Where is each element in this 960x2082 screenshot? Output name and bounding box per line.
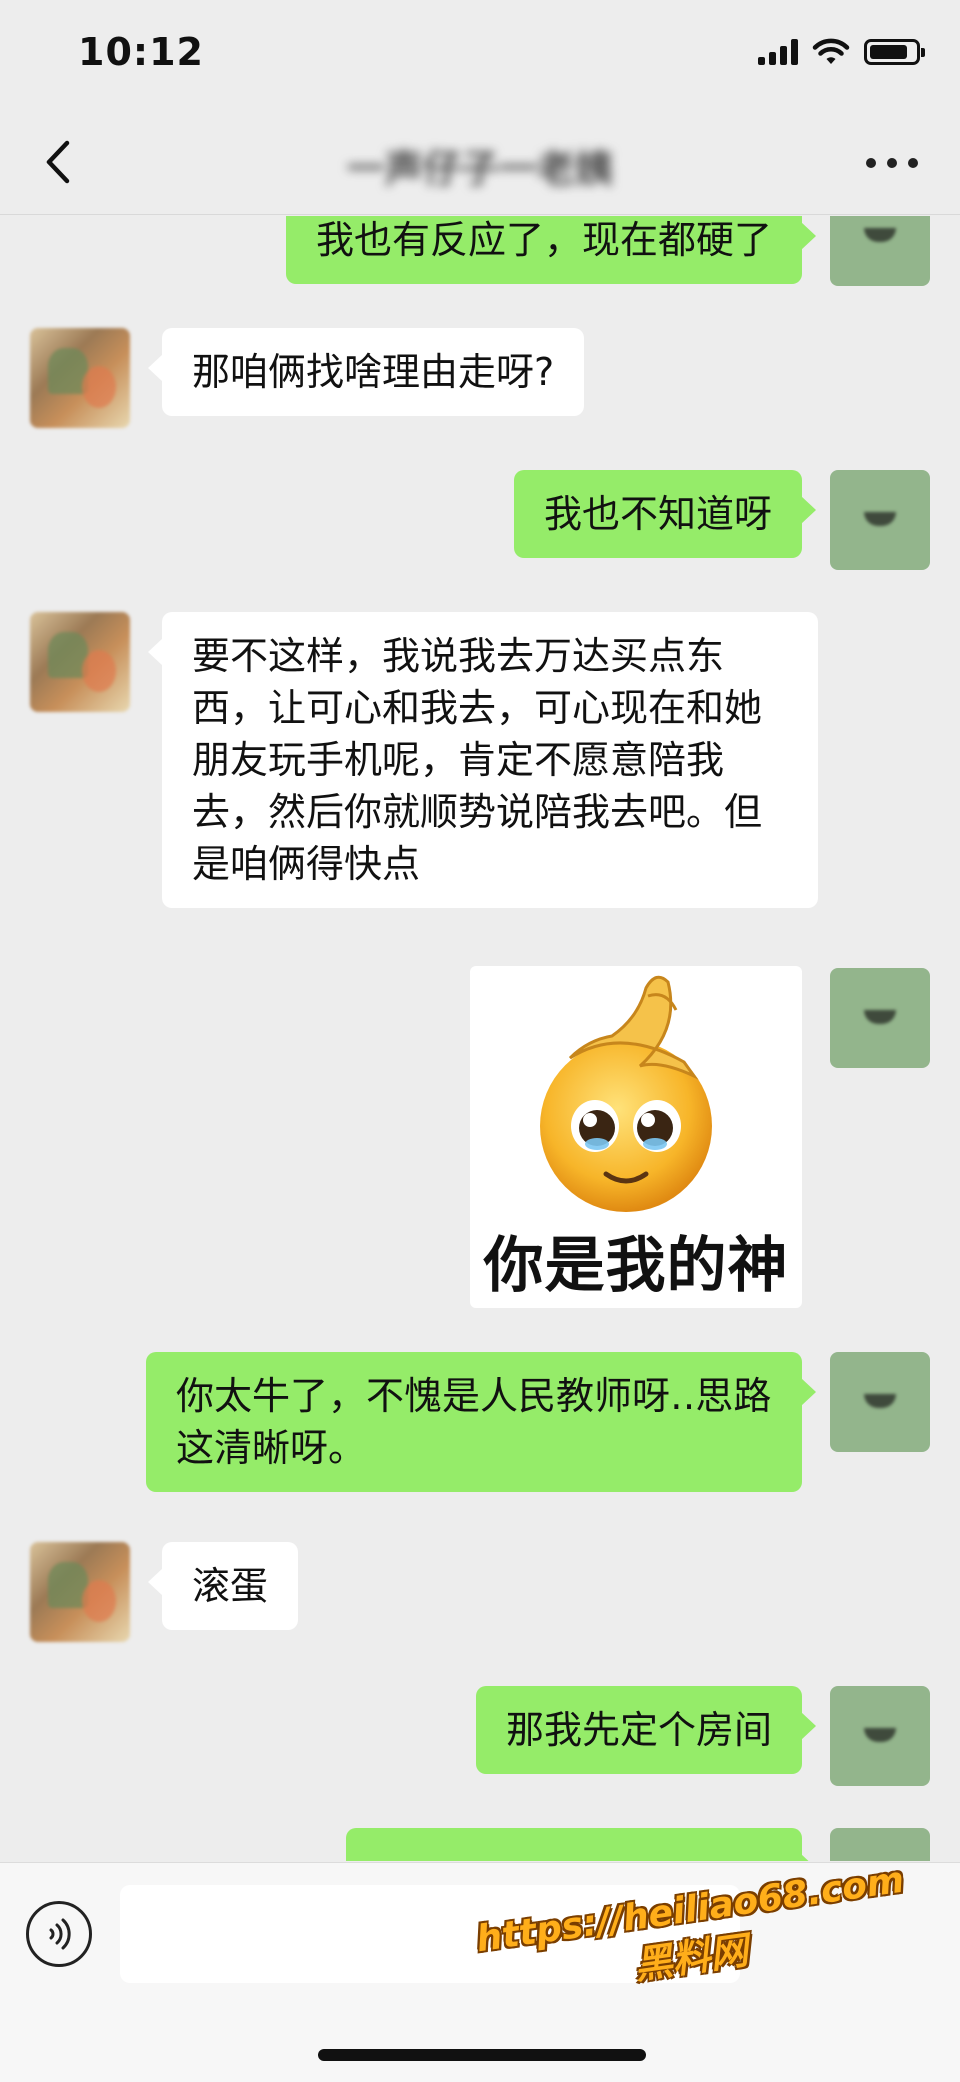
message-list[interactable]: 我也有反应了，现在都硬了 那咱俩找啥理由走呀? 我也不知道呀 要不这样，我说我去… [0, 216, 960, 1861]
pleading-face-emoji [540, 975, 712, 1212]
message-bubble-incoming[interactable]: 滚蛋 [147, 1542, 299, 1630]
more-options-button[interactable] [860, 138, 924, 188]
message-bubble-outgoing[interactable]: 你太牛了，不愧是人民教师呀‥思路这清晰呀。 [146, 1352, 816, 1492]
message-bubble-outgoing[interactable]: 我也有反应了，现在都硬了 [285, 216, 817, 284]
contact-avatar[interactable] [30, 328, 130, 428]
battery-fill [870, 45, 908, 59]
more-dots-icon [866, 158, 876, 168]
battery-icon [864, 39, 925, 65]
status-time: 10:12 [78, 30, 204, 74]
message-bubble-incoming[interactable]: 要不这样，我说我去万达买点东西，让可心和我去，可心现在和她朋友玩手机呢，肯定不愿… [148, 612, 818, 908]
message-bubble-outgoing[interactable]: 那我先定个房间 [475, 1686, 817, 1774]
voice-input-button[interactable] [26, 1901, 92, 1967]
wifi-icon [812, 38, 850, 64]
self-avatar[interactable] [830, 216, 930, 286]
contact-avatar[interactable] [30, 612, 130, 712]
chat-header: 一声仔子一老姨 [0, 110, 960, 215]
sticker-caption: 你是我的神 [483, 1231, 789, 1301]
status-icons [758, 38, 925, 66]
status-bar: 10:12 [0, 0, 960, 110]
home-indicator[interactable] [318, 2049, 646, 2061]
self-avatar[interactable] [830, 1828, 930, 1861]
chat-title: 一声仔子一老姨 [346, 147, 613, 191]
sticker-message[interactable]: 你是我的神 [470, 966, 802, 1308]
self-avatar[interactable] [830, 1686, 930, 1786]
self-avatar[interactable] [830, 470, 930, 570]
self-avatar[interactable] [830, 968, 930, 1068]
voice-icon [49, 1918, 71, 1950]
message-bubble-outgoing[interactable]: 我也不知道呀 [513, 470, 817, 558]
message-bubble-incoming[interactable]: 那咱俩找啥理由走呀? [147, 328, 585, 416]
self-avatar[interactable] [830, 1352, 930, 1452]
message-bubble-outgoing[interactable] [346, 1828, 816, 1861]
contact-avatar[interactable] [30, 1542, 130, 1642]
signal-icon [758, 39, 798, 65]
